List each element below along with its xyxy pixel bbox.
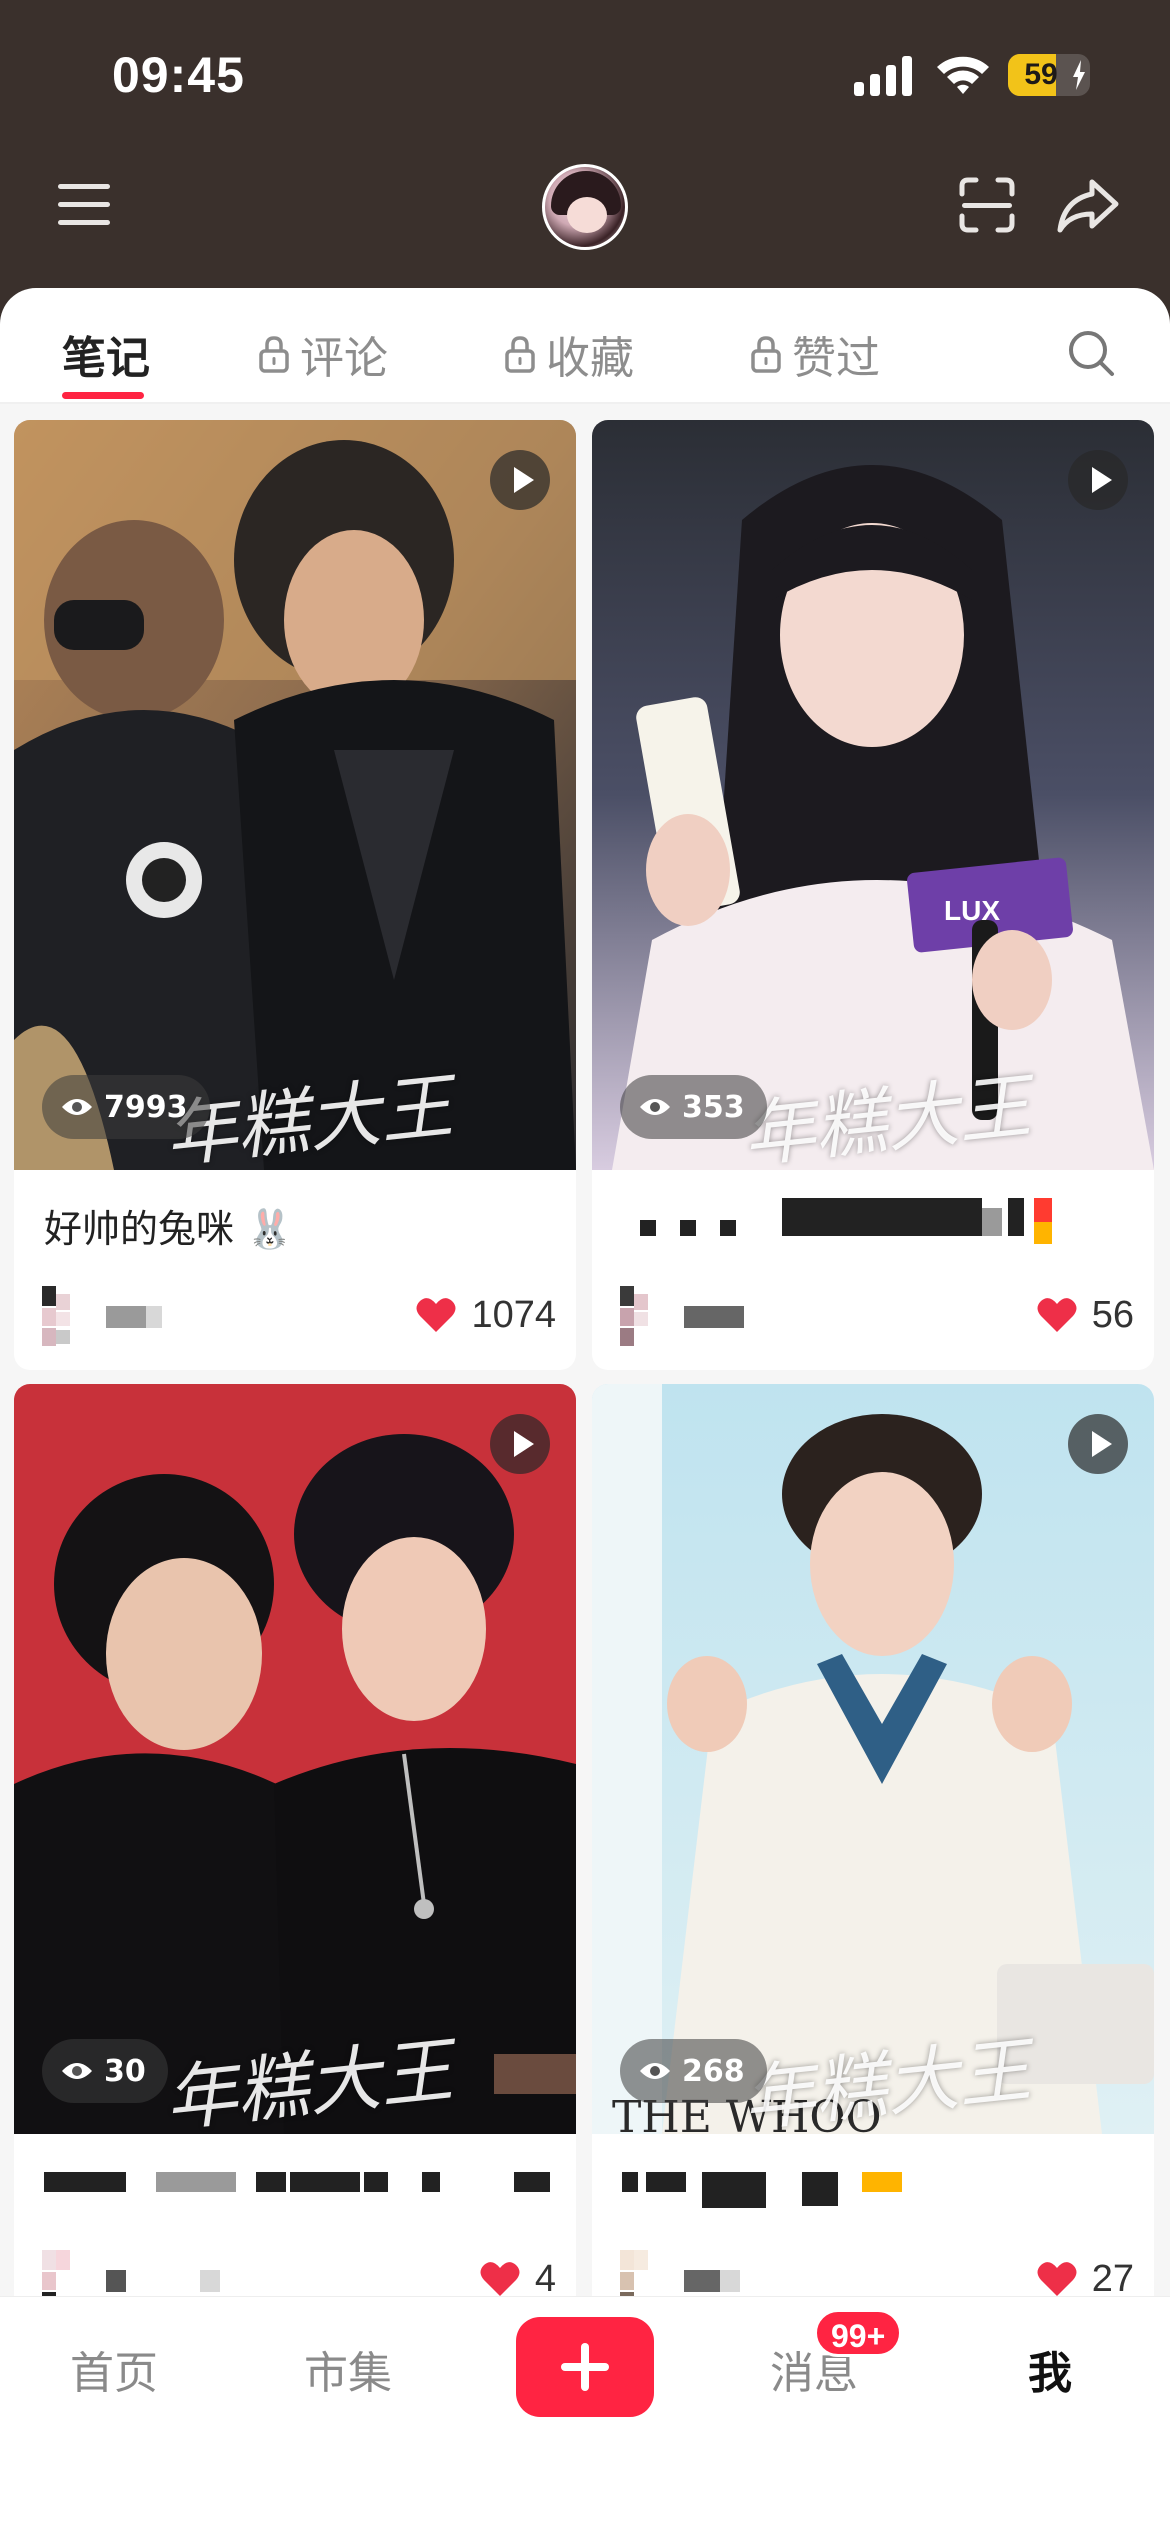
like-count-value: 1074 <box>471 1293 556 1336</box>
lock-icon <box>259 336 289 373</box>
note-cover-image[interactable]: LUX 年糕大王 353 <box>592 420 1154 1170</box>
create-post-button[interactable] <box>516 2317 654 2417</box>
play-icon <box>490 450 550 510</box>
nav-market[interactable]: 市集 <box>304 2337 392 2401</box>
note-meta: 1074 <box>42 1286 556 1346</box>
status-time: 09:45 <box>112 47 245 103</box>
view-count-value: 7993 <box>104 1089 188 1125</box>
profile-header <box>0 150 1170 290</box>
heart-icon <box>1037 2262 1077 2296</box>
cover-photo: THE WHOO <box>592 1384 1154 2134</box>
tab-liked-label: 赞过 <box>792 333 880 384</box>
like-count-value: 56 <box>1091 1293 1134 1336</box>
active-tab-indicator <box>62 392 144 399</box>
view-count: 7993 <box>42 1075 210 1139</box>
avatar[interactable] <box>542 164 628 250</box>
heart-icon <box>1037 1298 1077 1332</box>
view-count: 353 <box>620 1075 767 1139</box>
cover-photo <box>14 1384 576 2134</box>
scan-icon[interactable] <box>958 176 1016 234</box>
wifi-icon <box>937 56 989 94</box>
tab-liked[interactable]: 赞过 <box>750 324 880 384</box>
heart-icon <box>480 2262 520 2296</box>
heart-icon <box>416 1298 456 1332</box>
view-count-value: 353 <box>682 1089 745 1125</box>
lock-icon <box>751 336 781 373</box>
note-cover-image[interactable]: 年糕大王 7993 <box>14 420 576 1170</box>
view-count: 268 <box>620 2039 767 2103</box>
note-card[interactable]: THE WHOO 年糕大王 268 27 <box>592 1384 1154 2334</box>
cellular-signal-icon <box>854 56 912 96</box>
like-count[interactable]: 56 <box>1036 1290 1134 1340</box>
author-avatar[interactable] <box>42 1286 84 1346</box>
note-title[interactable]: 好帅的兔咪 🐰 <box>44 1198 544 1253</box>
tab-comments[interactable]: 评论 <box>258 324 388 384</box>
messages-badge: 99+ <box>814 2309 903 2357</box>
status-bar: 09:45 59 <box>0 0 1170 150</box>
tab-comments-label: 评论 <box>300 333 388 384</box>
battery-percent: 59 <box>1024 58 1058 91</box>
search-icon[interactable] <box>1066 328 1116 378</box>
view-count-value: 30 <box>104 2053 146 2089</box>
author-avatar[interactable] <box>620 1286 662 1346</box>
cover-photo <box>14 420 576 1170</box>
note-meta: 56 <box>620 1286 1134 1346</box>
note-card[interactable]: 年糕大王 7993 好帅的兔咪 🐰 1074 <box>14 420 576 1370</box>
share-icon[interactable] <box>1056 178 1120 234</box>
note-card[interactable]: LUX 年糕大王 353 56 <box>592 420 1154 1370</box>
lock-icon <box>505 336 535 373</box>
battery-indicator: 59 <box>1008 54 1090 96</box>
bottom-tab-bar: 首页 市集 消息 99+ 我 <box>0 2296 1170 2532</box>
tab-notes[interactable]: 笔记 <box>62 324 150 384</box>
profile-content: 笔记 评论 收藏 赞过 年糕大王 7993 好帅的兔咪 🐰 1074 LUX 年… <box>0 288 1170 2532</box>
notes-feed: 年糕大王 7993 好帅的兔咪 🐰 1074 LUX 年糕大王 353 56 年… <box>0 404 1170 2404</box>
play-icon <box>1068 450 1128 510</box>
tab-collections[interactable]: 收藏 <box>504 324 634 384</box>
play-icon <box>1068 1414 1128 1474</box>
profile-tabs: 笔记 评论 收藏 赞过 <box>0 288 1170 404</box>
view-count-value: 268 <box>682 2053 745 2089</box>
view-count: 30 <box>42 2039 168 2103</box>
play-icon <box>490 1414 550 1474</box>
nav-me[interactable]: 我 <box>1028 2337 1072 2401</box>
tab-collections-label: 收藏 <box>546 333 634 384</box>
eye-icon <box>640 2063 670 2079</box>
eye-icon <box>62 2063 92 2079</box>
cover-photo: LUX <box>592 420 1154 1170</box>
note-card[interactable]: 年糕大王 30 4 <box>14 1384 576 2334</box>
like-count[interactable]: 1074 <box>415 1290 556 1340</box>
charging-bolt-icon <box>1073 60 1085 90</box>
nav-home[interactable]: 首页 <box>70 2337 158 2401</box>
like-count-value: 27 <box>1091 2257 1134 2300</box>
eye-icon <box>62 1099 92 1115</box>
menu-icon[interactable] <box>56 180 112 230</box>
eye-icon <box>640 1099 670 1115</box>
avatar-face <box>567 197 607 233</box>
like-count-value: 4 <box>534 2257 556 2300</box>
tab-notes-label: 笔记 <box>62 333 150 384</box>
note-cover-image[interactable]: THE WHOO 年糕大王 268 <box>592 1384 1154 2134</box>
note-cover-image[interactable]: 年糕大王 30 <box>14 1384 576 2134</box>
svg-text:LUX: LUX <box>944 895 1000 926</box>
